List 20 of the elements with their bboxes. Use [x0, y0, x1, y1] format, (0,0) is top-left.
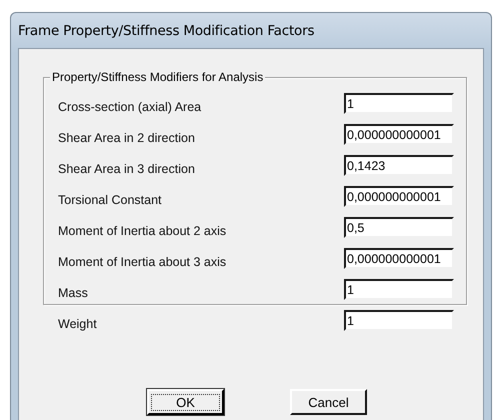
input-field[interactable]: 0,000000000001: [344, 124, 454, 145]
ok-button[interactable]: OK: [147, 389, 224, 415]
field-label: Shear Area in 3 direction: [58, 160, 195, 176]
input-field[interactable]: 1: [344, 310, 454, 331]
field-label: Moment of Inertia about 3 axis: [58, 254, 226, 268]
field-label: Moment of Inertia about 2 axis: [58, 222, 226, 238]
field-label: Shear Area in 2 direction: [58, 130, 195, 144]
window-title: Frame Property/Stiffness Modification Factors: [18, 22, 314, 38]
group-title: Property/Stiffness Modifiers for Analysis: [50, 70, 266, 84]
field-label: Cross-section (axial) Area: [58, 98, 202, 114]
field-label: Torsional Constant: [58, 192, 162, 206]
cancel-button[interactable]: Cancel: [290, 389, 367, 415]
input-field[interactable]: 0,000000000001: [344, 186, 454, 207]
input-field[interactable]: 1: [344, 279, 454, 300]
input-field[interactable]: 1: [344, 93, 454, 114]
input-field[interactable]: 0,000000000001: [344, 248, 454, 269]
input-field[interactable]: 0,5: [344, 217, 454, 238]
field-label: Weight: [58, 316, 97, 330]
input-field[interactable]: 0,1423: [344, 155, 454, 176]
field-label: Mass: [58, 284, 88, 300]
